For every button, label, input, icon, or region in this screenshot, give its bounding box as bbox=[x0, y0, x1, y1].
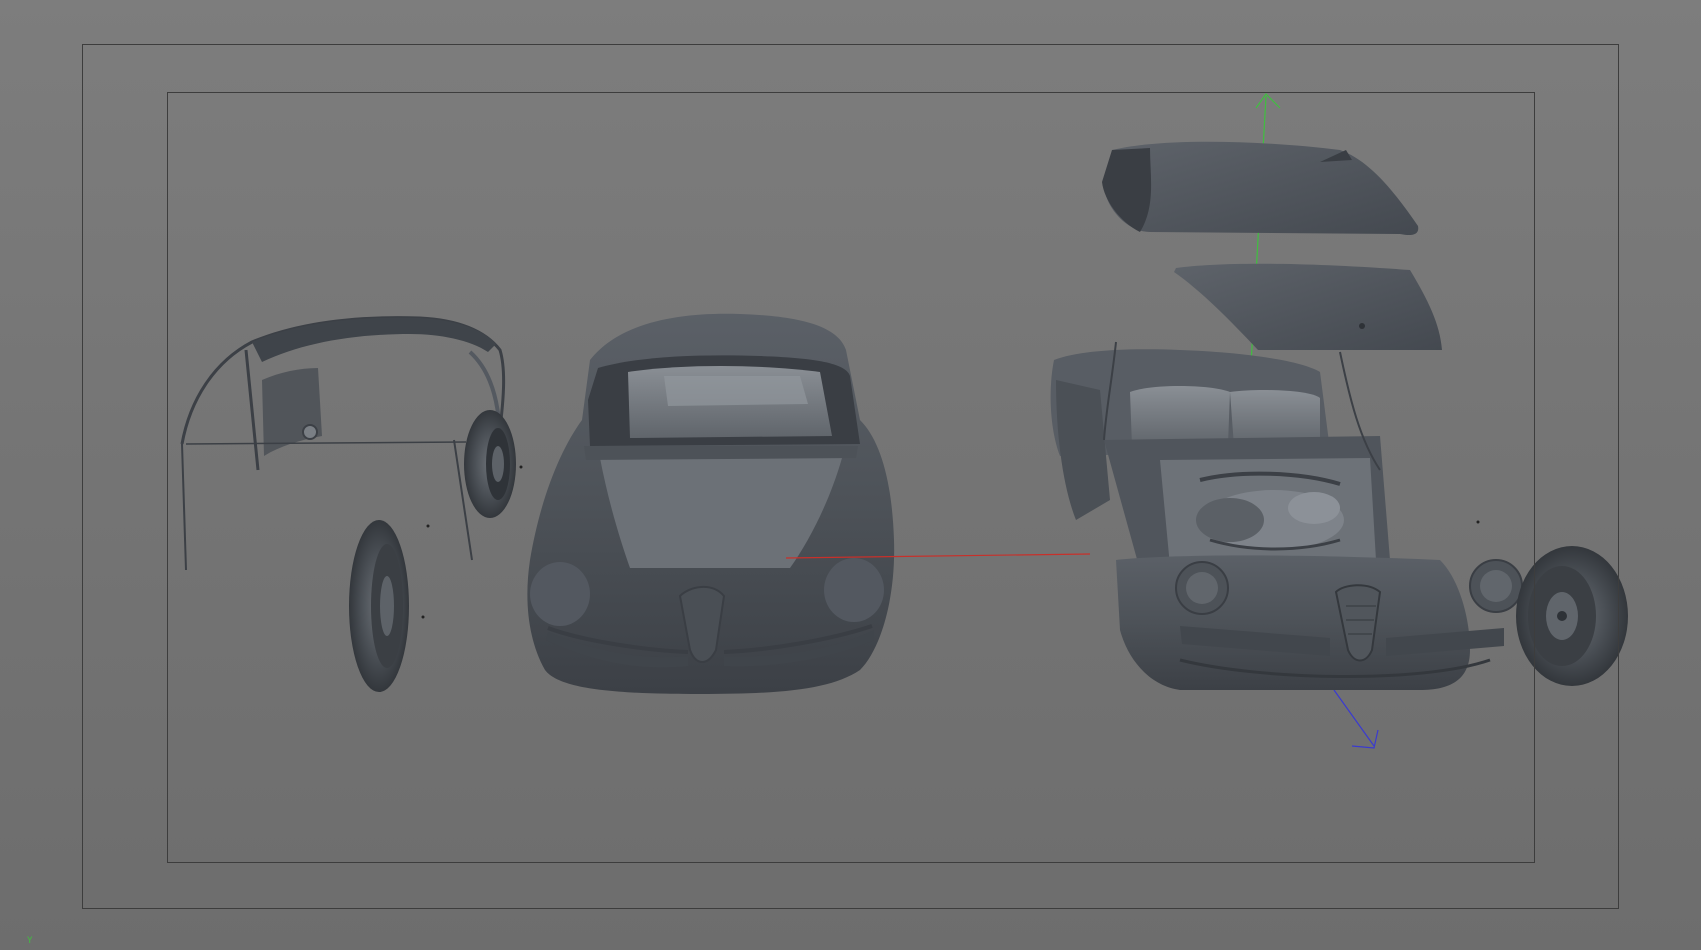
axis-indicator-y-label: Y bbox=[27, 936, 33, 946]
render-safe-frame-inner bbox=[167, 92, 1535, 863]
3d-viewport[interactable]: Y bbox=[0, 0, 1701, 950]
